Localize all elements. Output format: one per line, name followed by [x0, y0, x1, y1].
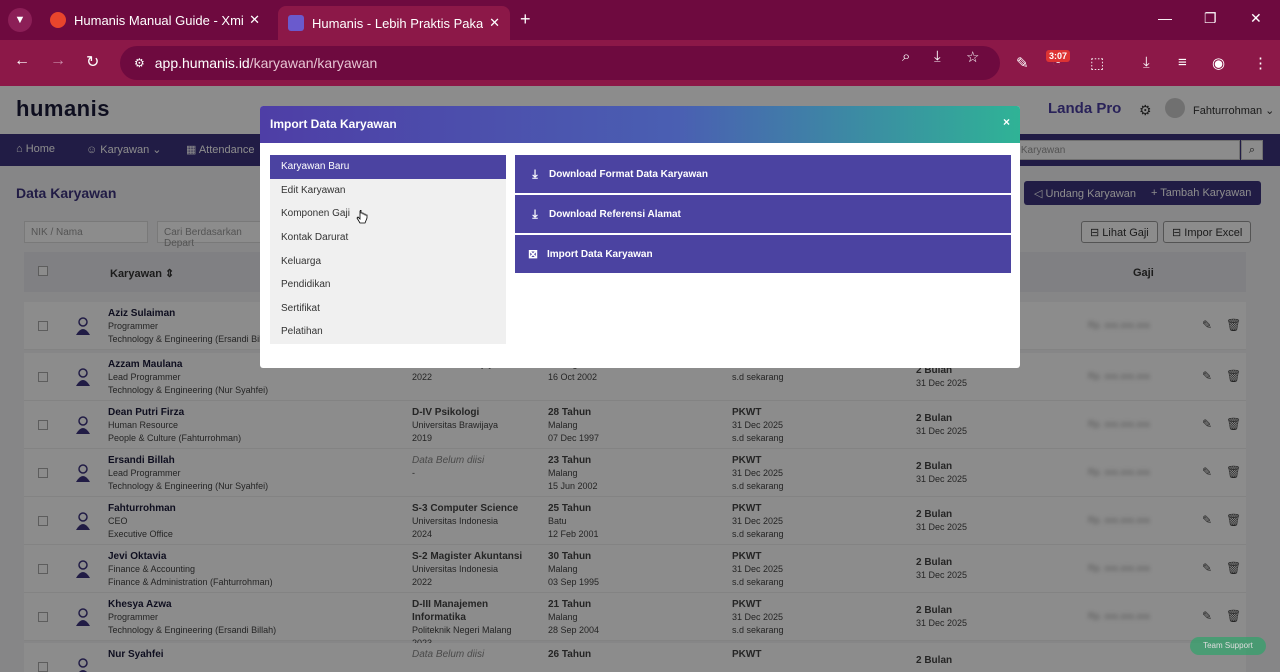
- feather-extension-icon[interactable]: ✎: [1016, 54, 1029, 72]
- profile-avatar-icon[interactable]: ◉: [1212, 54, 1225, 72]
- download-icon[interactable]: ⤓: [1143, 54, 1150, 71]
- import-tab-pendidikan[interactable]: Pendidikan: [270, 273, 506, 297]
- download-icon: ⤓: [532, 206, 538, 221]
- import-data-button[interactable]: ⊠ Import Data Karyawan: [515, 235, 1011, 273]
- close-tab-icon[interactable]: ✕: [489, 15, 500, 31]
- import-type-list: Karyawan Baru Edit Karyawan Komponen Gaj…: [270, 155, 506, 344]
- download-icon: ⤓: [532, 166, 538, 181]
- site-info-icon[interactable]: ⚙: [134, 56, 145, 70]
- close-window-icon[interactable]: ✕: [1250, 10, 1262, 27]
- import-tab-komponen-gaji[interactable]: Komponen Gaji: [270, 202, 506, 226]
- download-format-label: Download Format Data Karyawan: [549, 168, 708, 180]
- import-tab-edit-karyawan[interactable]: Edit Karyawan: [270, 179, 506, 203]
- menu-icon[interactable]: ⋮: [1253, 54, 1268, 72]
- browser-toolbar: ← → ↻ ⚙ app.humanis.id/karyawan/karyawan…: [0, 40, 1280, 86]
- back-icon[interactable]: ←: [14, 52, 30, 70]
- xmind-favicon-icon: [50, 12, 66, 28]
- download-address-reference-button[interactable]: ⤓ Download Referensi Alamat: [515, 195, 1011, 233]
- browser-tab-xmind[interactable]: Humanis Manual Guide - Xmind ✕: [40, 6, 270, 34]
- close-icon[interactable]: ×: [1003, 115, 1010, 129]
- team-support-button[interactable]: Team Support: [1190, 637, 1266, 655]
- url-text: app.humanis.id/karyawan/karyawan: [154, 55, 378, 71]
- address-bar[interactable]: ⚙ app.humanis.id/karyawan/karyawan: [120, 46, 1000, 80]
- import-tab-karyawan-baru[interactable]: Karyawan Baru: [270, 155, 506, 179]
- media-control-icon[interactable]: ≡: [1178, 54, 1187, 71]
- restore-icon[interactable]: ❐: [1204, 10, 1217, 27]
- tab-search-button[interactable]: ▼: [8, 8, 32, 32]
- import-data-label: Import Data Karyawan: [547, 248, 653, 260]
- bookmark-star-icon[interactable]: ☆: [966, 48, 979, 66]
- import-tab-sertifikat[interactable]: Sertifikat: [270, 297, 506, 321]
- timer-badge: 3:07: [1046, 50, 1071, 62]
- forward-icon[interactable]: →: [50, 52, 66, 70]
- tab-title: Humanis Manual Guide - Xmind: [74, 12, 244, 28]
- reload-icon[interactable]: ↻: [86, 52, 99, 72]
- excel-file-icon: ⊠: [527, 247, 539, 261]
- download-address-label: Download Referensi Alamat: [549, 208, 681, 220]
- import-modal: Import Data Karyawan × Karyawan Baru Edi…: [260, 106, 1020, 368]
- humanis-favicon-icon: [288, 15, 304, 31]
- mouse-cursor-hand-icon: [356, 210, 368, 224]
- install-app-icon[interactable]: ⤓: [934, 48, 941, 65]
- zoom-icon[interactable]: ⌕: [902, 48, 910, 65]
- tab-title: Humanis - Lebih Praktis Pakai Hu: [312, 15, 484, 31]
- import-tab-pelatihan[interactable]: Pelatihan: [270, 320, 506, 344]
- import-tab-kontak-darurat[interactable]: Kontak Darurat: [270, 226, 506, 250]
- browser-tab-humanis[interactable]: Humanis - Lebih Praktis Pakai Hu ✕: [278, 6, 510, 40]
- import-tab-keluarga[interactable]: Keluarga: [270, 249, 506, 273]
- extensions-icon[interactable]: ⬚: [1090, 54, 1104, 72]
- modal-header: Import Data Karyawan ×: [260, 106, 1020, 143]
- download-format-button[interactable]: ⤓ Download Format Data Karyawan: [515, 155, 1011, 193]
- minimize-icon[interactable]: —: [1158, 10, 1172, 26]
- new-tab-icon[interactable]: +: [520, 9, 531, 30]
- close-tab-icon[interactable]: ✕: [249, 12, 260, 28]
- browser-tab-bar: ▼ Humanis Manual Guide - Xmind ✕ Humanis…: [0, 0, 1280, 40]
- modal-title: Import Data Karyawan: [270, 117, 397, 131]
